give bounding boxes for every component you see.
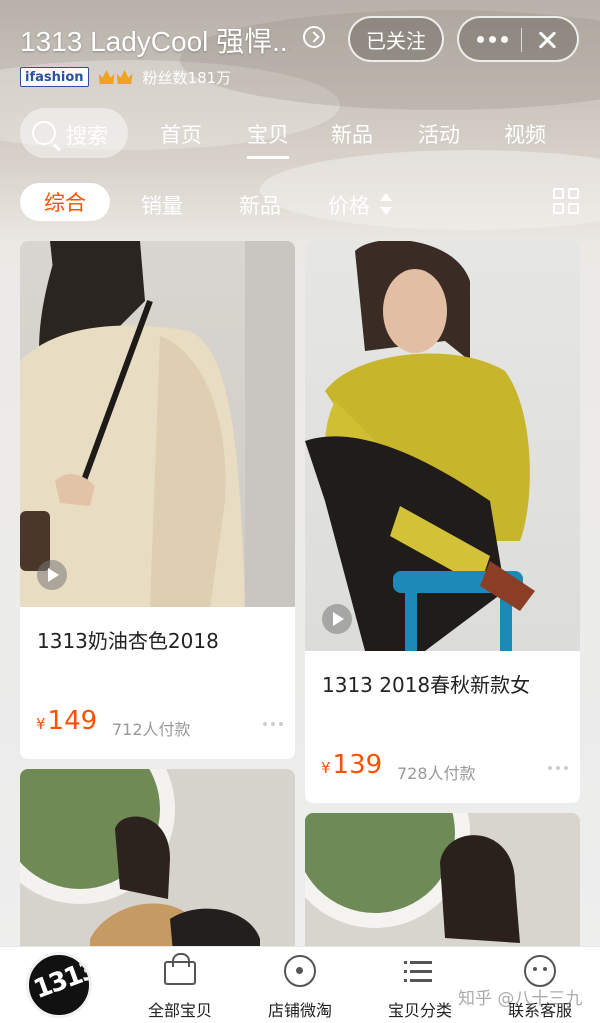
video-play-icon[interactable] xyxy=(322,604,352,634)
product-photo xyxy=(305,241,535,651)
sort-bar: 综合 销量 新品 价格 xyxy=(0,180,600,224)
search-label: 搜索 xyxy=(66,124,108,148)
currency-symbol: ¥ xyxy=(321,759,331,777)
follow-button[interactable]: 已关注 xyxy=(348,16,444,62)
close-icon[interactable] xyxy=(535,28,559,52)
product-image[interactable] xyxy=(305,241,580,651)
search-icon xyxy=(32,121,56,145)
tab-new[interactable]: 新品 xyxy=(331,119,373,149)
product-name: 1313奶油杏色2018 xyxy=(37,629,219,653)
product-card[interactable]: 1313奶油杏色2018 ¥149 712人付款 xyxy=(20,241,295,759)
product-photo xyxy=(20,241,295,607)
tab-categories[interactable]: 宝贝分类 xyxy=(370,947,470,1023)
crown-rating xyxy=(98,70,133,84)
tab-videos[interactable]: 视频 xyxy=(504,119,546,149)
tab-events[interactable]: 活动 xyxy=(418,119,460,149)
tab-label: 全部宝贝 xyxy=(147,1001,212,1020)
more-icon[interactable] xyxy=(548,766,568,770)
shop-logo-text: 1313 xyxy=(29,954,92,1006)
shop-logo[interactable]: 1313 xyxy=(26,952,92,1018)
watermark: 知乎 @八十三九 xyxy=(458,989,583,1009)
bag-icon xyxy=(164,953,196,985)
sort-price[interactable]: 价格 xyxy=(328,190,370,220)
crown-icon xyxy=(116,70,133,84)
sort-arrows-icon[interactable] xyxy=(380,193,392,215)
mini-program-capsule xyxy=(457,16,579,62)
more-icon[interactable] xyxy=(263,722,283,726)
product-card[interactable]: 1313 2018春秋新款女 ¥139 728人付款 xyxy=(305,241,580,803)
price-value: 139 xyxy=(332,750,383,780)
live-icon xyxy=(284,955,316,987)
tab-label: 店铺微淘 xyxy=(267,1001,332,1020)
ifashion-badge-label: ifashion xyxy=(25,69,84,85)
ifashion-badge: ifashion xyxy=(20,67,89,87)
shop-nav: 搜索 首页 宝贝 新品 活动 视频 xyxy=(0,108,600,160)
sort-default[interactable]: 综合 xyxy=(20,183,110,221)
product-price: ¥139 xyxy=(321,750,382,780)
tab-home[interactable]: 首页 xyxy=(160,119,202,149)
price-value: 149 xyxy=(47,706,98,736)
tab-shop-feed[interactable]: 店铺微淘 xyxy=(250,947,350,1023)
shop-title[interactable]: 1313 LadyCool 强悍... xyxy=(20,20,290,60)
chevron-right-icon[interactable] xyxy=(303,26,325,48)
list-icon xyxy=(404,955,436,987)
product-name: 1313 2018春秋新款女 xyxy=(322,673,531,697)
search-button[interactable]: 搜索 xyxy=(20,108,128,158)
sold-count: 712人付款 xyxy=(112,720,191,739)
product-price: ¥149 xyxy=(36,706,97,736)
tab-all-products[interactable]: 全部宝贝 xyxy=(130,947,230,1023)
sort-new[interactable]: 新品 xyxy=(239,190,281,220)
more-icon[interactable] xyxy=(477,36,509,44)
sold-count: 728人付款 xyxy=(397,764,476,783)
video-play-icon[interactable] xyxy=(37,560,67,590)
crown-icon xyxy=(98,70,115,84)
service-icon xyxy=(524,955,556,987)
tab-products[interactable]: 宝贝 xyxy=(247,119,289,159)
sort-sales[interactable]: 销量 xyxy=(141,190,183,220)
shop-badges: ifashion 粉丝数181万 xyxy=(20,66,231,88)
grid-view-icon[interactable] xyxy=(553,188,580,215)
capsule-divider xyxy=(521,28,522,52)
fans-count: 粉丝数181万 xyxy=(142,68,232,87)
tab-label: 宝贝分类 xyxy=(387,1001,452,1020)
currency-symbol: ¥ xyxy=(36,715,46,733)
product-image[interactable] xyxy=(20,241,295,607)
